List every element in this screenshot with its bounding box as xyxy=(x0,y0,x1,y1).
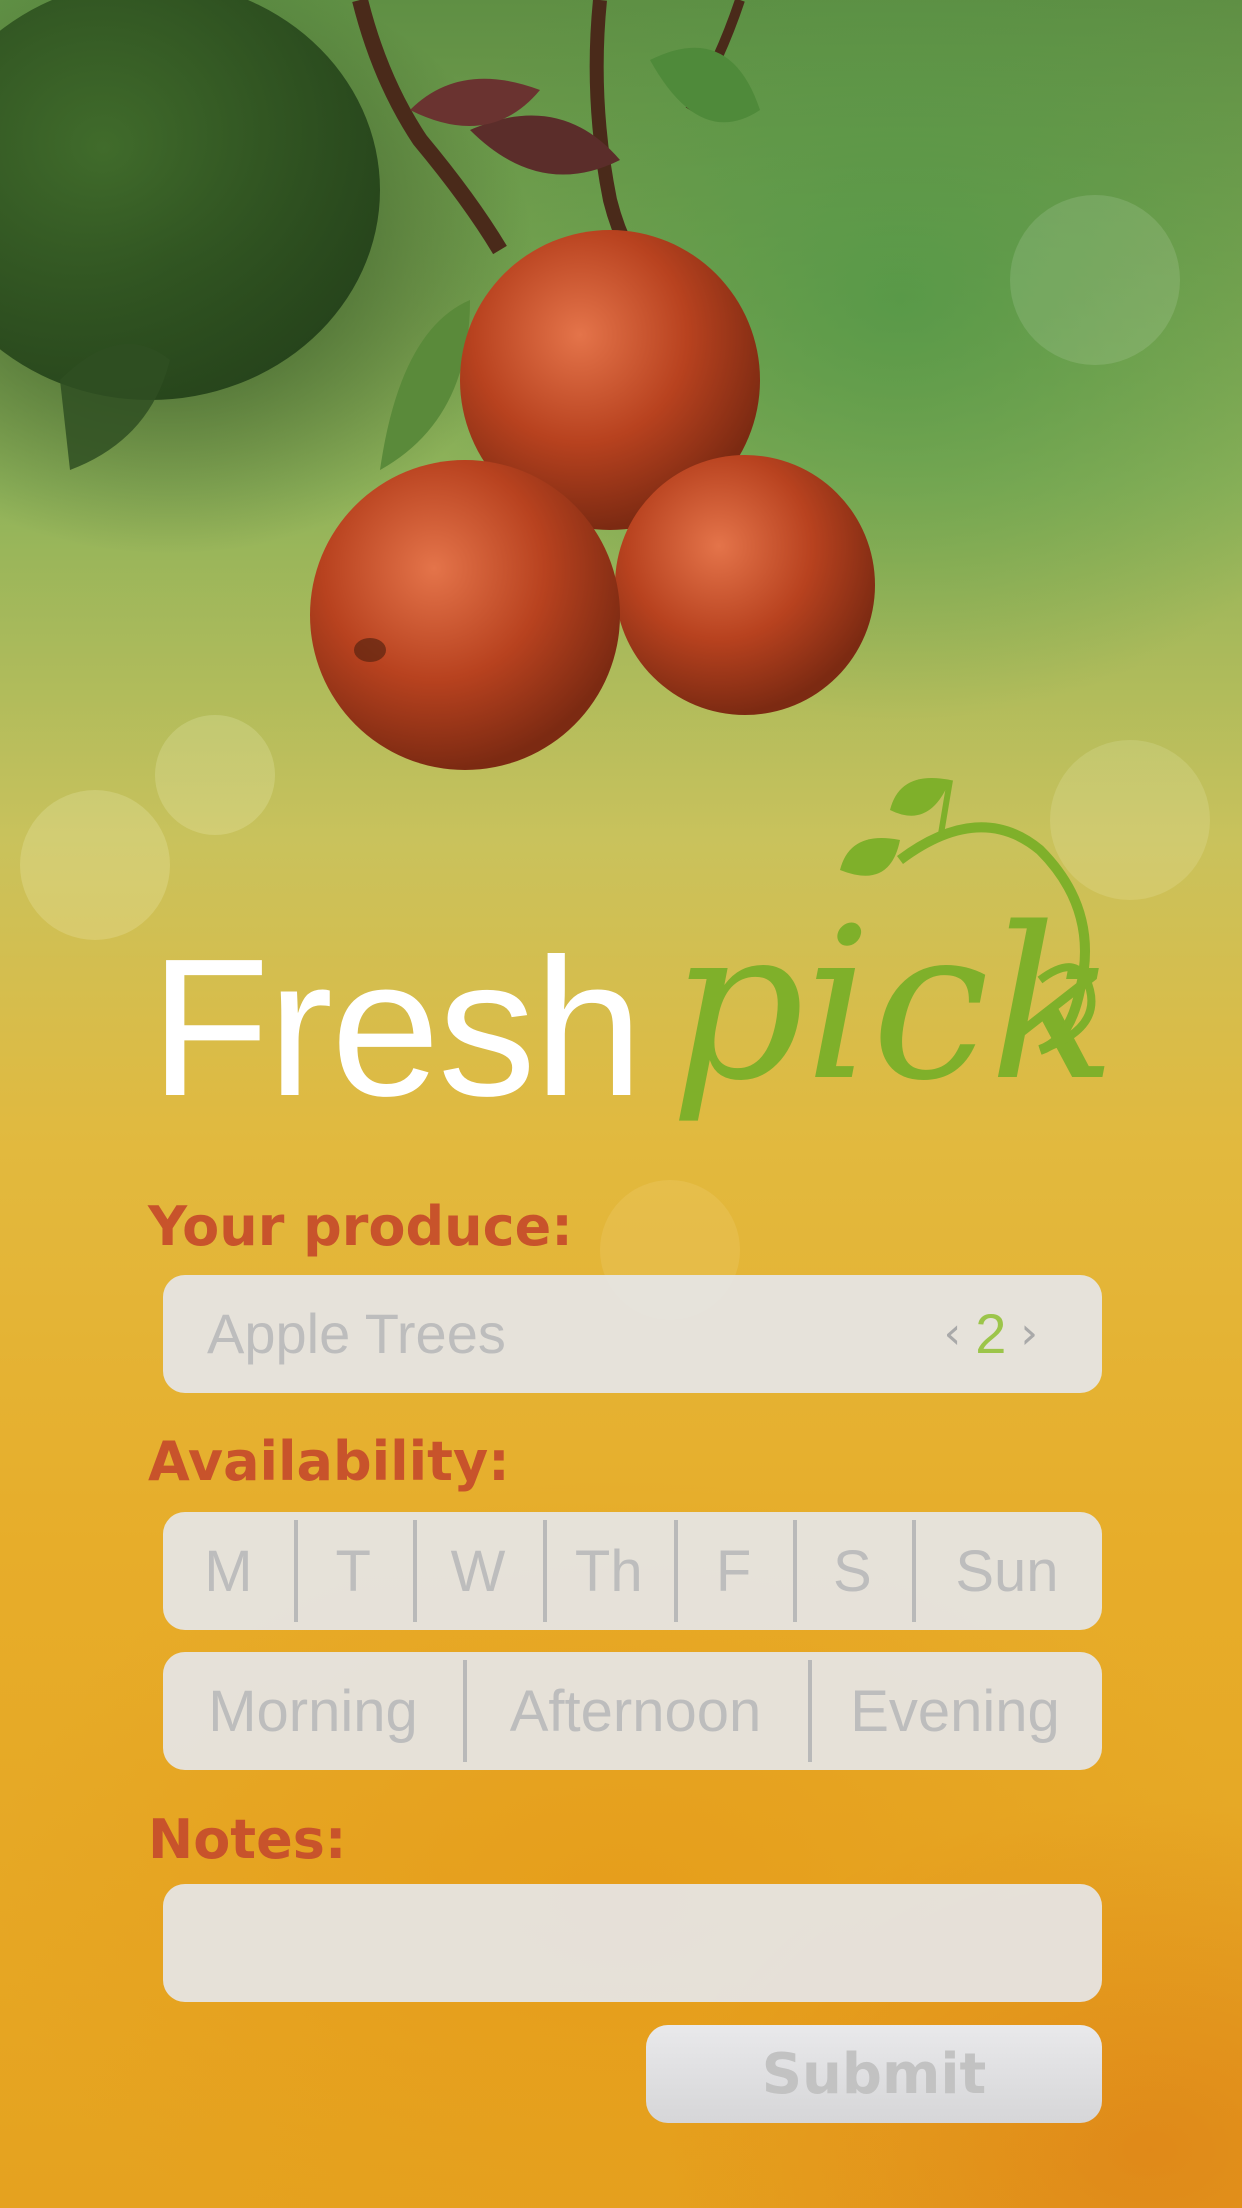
freshpick-logo: Fresh pick xyxy=(150,740,1116,1180)
logo-word-fresh: Fresh xyxy=(150,918,643,1137)
bokeh-light xyxy=(20,790,170,940)
day-option-saturday[interactable]: S xyxy=(792,1512,912,1630)
notes-field-container xyxy=(163,1884,1102,2002)
chevron-right-icon[interactable]: › xyxy=(1020,1308,1038,1359)
quantity-stepper[interactable]: ‹ 2 › xyxy=(944,1301,1038,1366)
day-option-monday[interactable]: M xyxy=(163,1512,294,1630)
time-option-morning[interactable]: Morning xyxy=(163,1652,463,1770)
time-option-evening[interactable]: Evening xyxy=(808,1652,1102,1770)
time-selector[interactable]: Morning Afternoon Evening xyxy=(163,1652,1102,1770)
produce-label: Your produce: xyxy=(148,1195,573,1258)
apples-on-branch-icon xyxy=(0,0,875,770)
availability-label: Availability: xyxy=(148,1430,510,1493)
quantity-value: 2 xyxy=(975,1302,1007,1365)
produce-value: Apple Trees xyxy=(207,1302,506,1365)
day-option-friday[interactable]: F xyxy=(674,1512,793,1630)
day-option-sunday[interactable]: Sun xyxy=(911,1512,1102,1630)
time-option-afternoon[interactable]: Afternoon xyxy=(463,1652,808,1770)
leaf-sprout-icon xyxy=(840,778,1096,1055)
day-option-thursday[interactable]: Th xyxy=(543,1512,674,1630)
day-option-wednesday[interactable]: W xyxy=(412,1512,544,1630)
produce-selector[interactable]: Apple Trees ‹ 2 › xyxy=(163,1275,1102,1393)
notes-input[interactable] xyxy=(163,1884,1102,2002)
day-option-tuesday[interactable]: T xyxy=(293,1512,413,1630)
chevron-left-icon[interactable]: ‹ xyxy=(944,1308,962,1359)
notes-label: Notes: xyxy=(148,1808,347,1871)
submit-button[interactable]: Submit xyxy=(646,2025,1102,2123)
day-selector[interactable]: M T W Th F S Sun xyxy=(163,1512,1102,1630)
